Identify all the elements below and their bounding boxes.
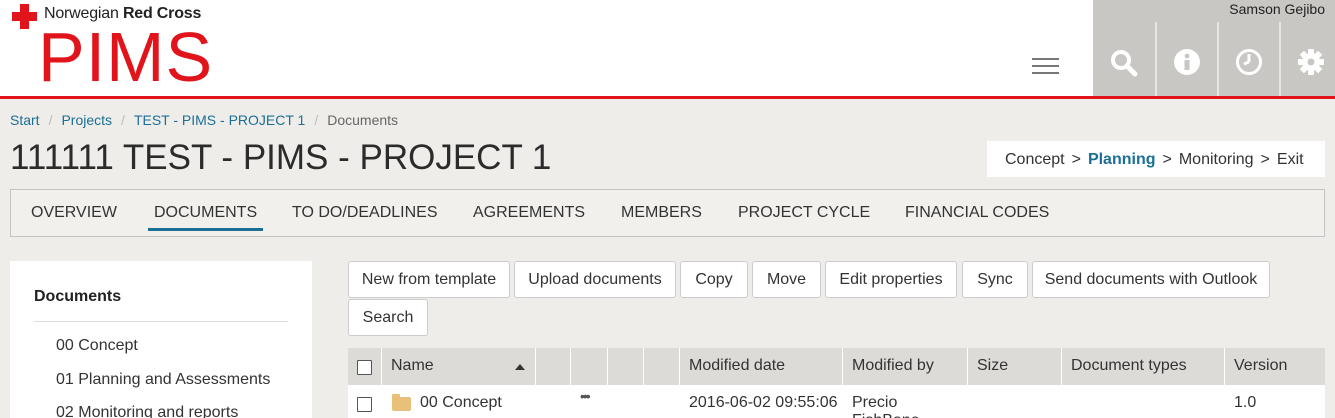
sidebar-divider — [34, 321, 288, 322]
documents-sidebar: Documents 00 Concept 01 Planning and Ass… — [10, 261, 312, 418]
user-name[interactable]: Samson Gejibo — [1229, 1, 1325, 17]
column-header-version[interactable]: Version — [1225, 348, 1325, 385]
row-menu-ellipsis-icon[interactable]: ••• — [580, 388, 591, 404]
project-phase-indicator: Concept > Planning > Monitoring > Exit — [987, 141, 1325, 177]
move-button[interactable]: Move — [752, 261, 821, 298]
breadcrumb-projects[interactable]: Projects — [61, 112, 112, 128]
row-modified-date: 2016-06-02 09:55:06 — [689, 394, 838, 411]
tab-agreements[interactable]: AGREEMENTS — [473, 204, 585, 222]
breadcrumb-project[interactable]: TEST - PIMS - PROJECT 1 — [134, 112, 305, 128]
table-row[interactable]: 00 Concept ••• 2016-06-02 09:55:06 Preci… — [348, 385, 1325, 418]
app-logo: PIMS — [38, 18, 214, 96]
row-name[interactable]: 00 Concept — [420, 394, 502, 412]
column-header-name[interactable]: Name — [382, 348, 536, 385]
column-header-modified-by[interactable]: Modified by — [843, 348, 968, 385]
tab-todo-deadlines[interactable]: TO DO/DEADLINES — [292, 204, 438, 222]
breadcrumb-current: Documents — [327, 112, 399, 128]
sidebar-item-02-monitoring[interactable]: 02 Monitoring and reports — [56, 404, 238, 418]
column-header-document-types[interactable]: Document types — [1062, 348, 1225, 385]
send-with-outlook-button[interactable]: Send documents with Outlook — [1032, 261, 1270, 298]
project-tabs: OVERVIEW DOCUMENTS TO DO/DEADLINES AGREE… — [10, 189, 1325, 237]
page-title: 111111 TEST - PIMS - PROJECT 1 — [10, 138, 552, 177]
phase-monitoring: Monitoring — [1178, 151, 1254, 168]
documents-table-header: Name Modified date Modified by Size Docu… — [348, 348, 1325, 385]
clock-icon — [1236, 49, 1262, 75]
row-version: 1.0 — [1234, 394, 1257, 411]
top-toolbar: Samson Gejibo — [1093, 0, 1335, 99]
tab-overview[interactable]: OVERVIEW — [31, 204, 117, 222]
info-button[interactable] — [1155, 22, 1216, 99]
select-all-checkbox[interactable] — [357, 360, 372, 375]
breadcrumb-start[interactable]: Start — [10, 112, 40, 128]
tab-project-cycle[interactable]: PROJECT CYCLE — [738, 204, 870, 222]
row-checkbox[interactable] — [357, 397, 372, 412]
red-cross-logo-icon — [12, 4, 37, 29]
history-button[interactable] — [1217, 22, 1278, 99]
tab-financial-codes[interactable]: FINANCIAL CODES — [905, 204, 1049, 222]
phase-planning: Planning — [1087, 151, 1156, 168]
gear-icon — [1298, 49, 1324, 75]
folder-icon — [392, 394, 411, 411]
row-modified-by: Precio FishBone — [852, 394, 920, 418]
upload-documents-button[interactable]: Upload documents — [514, 261, 676, 298]
hamburger-menu-button[interactable] — [1014, 38, 1076, 97]
header-accent-line — [0, 96, 1335, 99]
sync-button[interactable]: Sync — [962, 261, 1028, 298]
sort-ascending-icon — [515, 364, 525, 370]
search-button[interactable] — [1093, 22, 1154, 99]
settings-button[interactable] — [1279, 22, 1335, 99]
tab-members[interactable]: MEMBERS — [621, 204, 702, 222]
sidebar-title: Documents — [34, 288, 122, 305]
edit-properties-button[interactable]: Edit properties — [825, 261, 957, 298]
tab-documents[interactable]: DOCUMENTS — [148, 204, 264, 231]
hamburger-icon — [1032, 58, 1059, 60]
phase-concept: Concept — [1005, 151, 1065, 168]
search-button-toolbar[interactable]: Search — [348, 299, 428, 336]
new-from-template-button[interactable]: New from template — [348, 261, 510, 298]
column-header-modified-date[interactable]: Modified date — [680, 348, 843, 385]
phase-exit: Exit — [1276, 151, 1304, 168]
search-icon — [1111, 50, 1138, 77]
sidebar-item-01-planning[interactable]: 01 Planning and Assessments — [56, 371, 270, 389]
sidebar-item-00-concept[interactable]: 00 Concept — [56, 337, 138, 355]
copy-button[interactable]: Copy — [680, 261, 748, 298]
breadcrumb: Start / Projects / TEST - PIMS - PROJECT 1/D… — [10, 112, 399, 128]
info-icon — [1174, 49, 1200, 75]
column-header-size[interactable]: Size — [968, 348, 1062, 385]
